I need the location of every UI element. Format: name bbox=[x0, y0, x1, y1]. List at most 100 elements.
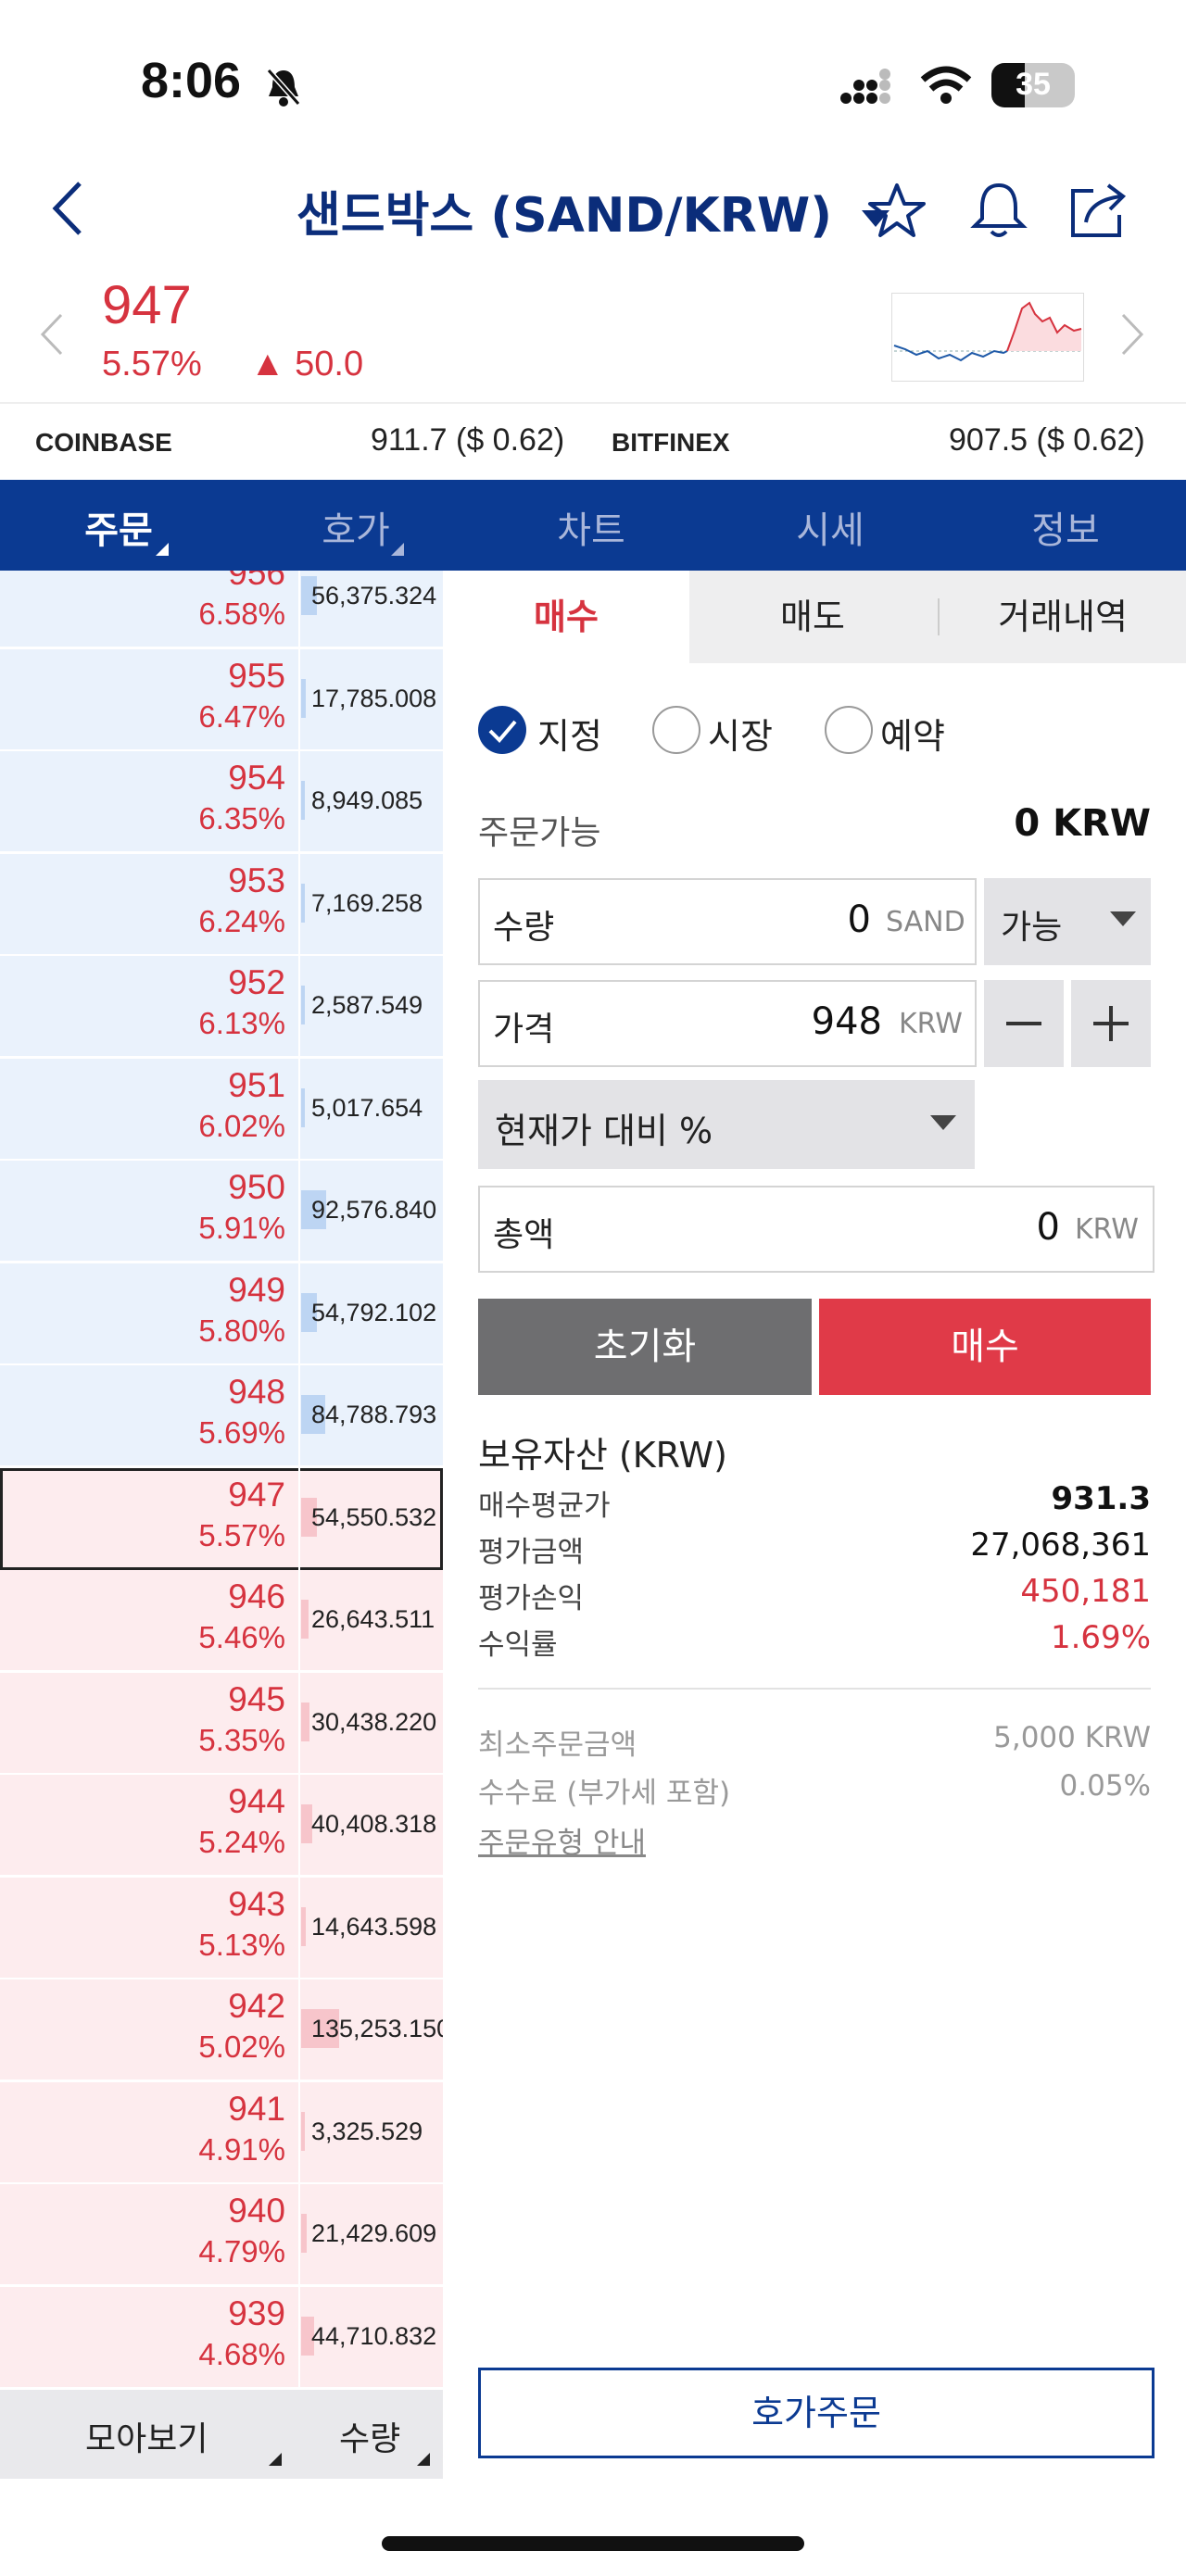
eval-amount-value: 27,068,361 bbox=[970, 1527, 1151, 1564]
row-price: 944 bbox=[228, 1782, 285, 1820]
row-price: 939 bbox=[228, 2293, 285, 2332]
reset-button[interactable]: 초기화 bbox=[478, 1299, 812, 1395]
quote-order-button[interactable]: 호가주문 bbox=[478, 2368, 1154, 2458]
row-quantity: 54,550.532 bbox=[311, 1502, 437, 1531]
volume-bar bbox=[301, 678, 306, 718]
row-price: 948 bbox=[228, 1373, 285, 1411]
qty-view-button[interactable]: 수량 bbox=[339, 2412, 400, 2460]
ask-row[interactable]: 955 6.47% 17,785.008 bbox=[0, 648, 443, 751]
fee-label: 수수료 (부가세 포함) bbox=[478, 1777, 731, 1810]
row-percent: 6.24% bbox=[198, 903, 285, 938]
battery-level: 35 bbox=[1016, 67, 1051, 102]
volume-bar bbox=[301, 883, 305, 923]
ask-row[interactable]: 950 5.91% 92,576.840 bbox=[0, 1161, 443, 1263]
ask-row[interactable]: 949 5.80% 54,792.102 bbox=[0, 1263, 443, 1365]
ask-row[interactable]: 952 6.13% 2,587.549 bbox=[0, 956, 443, 1059]
price-increase-button[interactable] bbox=[1071, 980, 1151, 1067]
avg-price-value: 931.3 bbox=[1051, 1480, 1151, 1517]
row-percent: 5.91% bbox=[198, 1211, 285, 1245]
share-icon[interactable] bbox=[1067, 180, 1129, 241]
change-amount: ▲ 50.0 bbox=[250, 345, 364, 383]
change-percent: 5.57% bbox=[102, 345, 202, 383]
tab-order[interactable]: 주문 bbox=[26, 500, 211, 554]
page-title: 샌드박스 (SAND/KRW) bbox=[296, 188, 832, 244]
radio-market-label: 시장 bbox=[708, 716, 773, 757]
tab-info[interactable]: 정보 bbox=[973, 500, 1158, 554]
row-price: 947 bbox=[228, 1475, 285, 1514]
row-price: 949 bbox=[228, 1270, 285, 1309]
radio-limit[interactable] bbox=[478, 706, 526, 754]
exchange-price-bitfinex: 907.5 ($ 0.62) bbox=[949, 422, 1145, 458]
bid-row[interactable]: 943 5.13% 14,643.598 bbox=[0, 1877, 443, 1979]
ask-row[interactable]: 948 5.69% 84,788.793 bbox=[0, 1365, 443, 1468]
bid-row[interactable]: 945 5.35% 30,438.220 bbox=[0, 1672, 443, 1775]
volume-bar bbox=[301, 1702, 309, 1741]
tab-orderbook-corner-icon bbox=[391, 543, 404, 556]
tab-orderbook[interactable]: 호가 bbox=[263, 500, 448, 554]
radio-reserve-label: 예약 bbox=[880, 716, 945, 757]
group-view-button[interactable]: 모아보기 bbox=[85, 2412, 208, 2460]
order-type-guide-link[interactable]: 주문유형 안내 bbox=[478, 1819, 646, 1861]
row-quantity: 21,429.609 bbox=[311, 2219, 437, 2247]
row-price: 952 bbox=[228, 963, 285, 1001]
row-quantity: 135,253.150 bbox=[311, 2015, 443, 2042]
volume-bar bbox=[301, 986, 305, 1024]
bid-row[interactable]: 947 5.57% 54,550.532 bbox=[0, 1467, 443, 1570]
radio-reserve[interactable] bbox=[825, 706, 873, 754]
row-quantity: 44,710.832 bbox=[311, 2321, 437, 2350]
radio-limit-label: 지정 bbox=[537, 716, 602, 757]
row-divider bbox=[298, 2286, 300, 2389]
exchange-name-coinbase: COINBASE bbox=[35, 428, 172, 457]
volume-bar bbox=[301, 1906, 306, 1946]
bid-row[interactable]: 944 5.24% 40,408.318 bbox=[0, 1775, 443, 1878]
ask-row[interactable]: 951 6.02% 5,017.654 bbox=[0, 1058, 443, 1161]
buy-button[interactable]: 매수 bbox=[819, 1299, 1151, 1395]
mini-chart[interactable] bbox=[891, 293, 1084, 382]
bid-row[interactable]: 939 4.68% 44,710.832 bbox=[0, 2286, 443, 2389]
row-percent: 6.35% bbox=[198, 801, 285, 836]
row-quantity: 2,587.549 bbox=[311, 991, 423, 1019]
row-divider bbox=[298, 1058, 300, 1161]
home-indicator[interactable] bbox=[382, 2536, 804, 2551]
row-divider bbox=[298, 1672, 300, 1775]
group-view-corner-icon bbox=[269, 2453, 282, 2466]
row-percent: 4.68% bbox=[198, 2336, 285, 2371]
ask-row[interactable]: 954 6.35% 8,949.085 bbox=[0, 751, 443, 854]
row-quantity: 92,576.840 bbox=[311, 1196, 437, 1224]
plus-icon bbox=[1093, 1006, 1129, 1041]
row-divider bbox=[298, 2081, 300, 2184]
row-percent: 4.79% bbox=[198, 2234, 285, 2268]
row-price: 940 bbox=[228, 2192, 285, 2230]
ask-row[interactable]: 953 6.24% 7,169.258 bbox=[0, 853, 443, 956]
status-time: 8:06 bbox=[141, 53, 242, 108]
next-coin-icon[interactable] bbox=[1119, 311, 1147, 358]
row-price: 946 bbox=[228, 1577, 285, 1615]
bid-row[interactable]: 940 4.79% 21,429.609 bbox=[0, 2184, 443, 2287]
row-quantity: 5,017.654 bbox=[311, 1093, 423, 1122]
favorite-star-icon[interactable] bbox=[867, 182, 927, 239]
bell-icon[interactable] bbox=[969, 180, 1028, 241]
bid-row[interactable]: 941 4.91% 3,325.529 bbox=[0, 2081, 443, 2184]
tab-chart[interactable]: 차트 bbox=[498, 500, 684, 554]
row-quantity: 84,788.793 bbox=[311, 1401, 437, 1428]
prev-coin-icon[interactable] bbox=[37, 311, 65, 358]
row-price: 945 bbox=[228, 1679, 285, 1718]
exchange-price-coinbase: 911.7 ($ 0.62) bbox=[371, 422, 565, 458]
radio-market[interactable] bbox=[652, 706, 700, 754]
bid-row[interactable]: 946 5.46% 26,643.511 bbox=[0, 1570, 443, 1673]
total-unit: KRW bbox=[1075, 1213, 1139, 1246]
row-price: 955 bbox=[228, 656, 285, 695]
price-label: 가격 bbox=[493, 1011, 555, 1049]
tab-market[interactable]: 시세 bbox=[738, 500, 923, 554]
volume-bar bbox=[301, 2111, 305, 2151]
subtab-buy[interactable]: 매수 bbox=[443, 571, 689, 663]
row-divider bbox=[298, 1365, 300, 1468]
price-decrease-button[interactable] bbox=[984, 980, 1064, 1067]
subtab-history[interactable]: 거래내역 bbox=[940, 571, 1186, 663]
row-percent: 6.58% bbox=[198, 597, 285, 631]
row-divider bbox=[298, 1161, 300, 1263]
bid-row[interactable]: 942 5.02% 135,253.150 bbox=[0, 1979, 443, 2082]
subtab-sell[interactable]: 매도 bbox=[689, 571, 936, 663]
ask-row[interactable]: 956 6.58% 56,375.324 bbox=[0, 571, 443, 649]
row-divider bbox=[298, 1775, 300, 1878]
